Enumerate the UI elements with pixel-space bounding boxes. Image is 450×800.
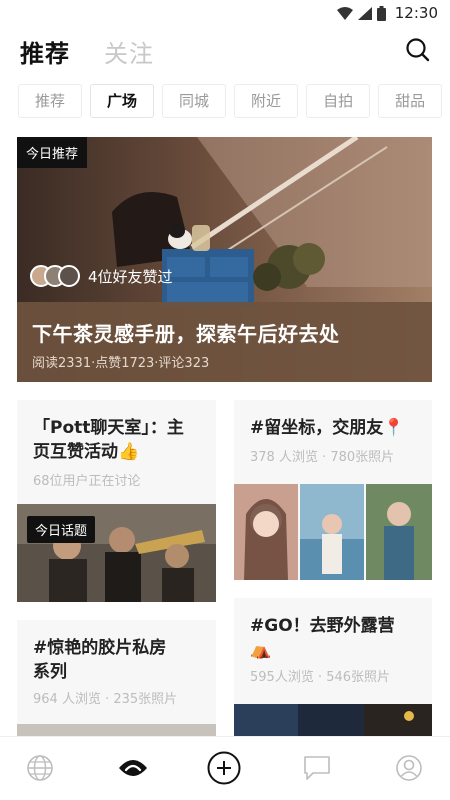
plus-circle-icon bbox=[207, 751, 241, 785]
topic-tag: 今日话题 bbox=[27, 516, 96, 543]
topic-title-line: 页互赞活动👍 bbox=[33, 442, 140, 462]
nav-recommend[interactable] bbox=[116, 751, 150, 785]
bottom-nav bbox=[0, 736, 450, 800]
photo-collage bbox=[234, 484, 432, 580]
featured-card[interactable]: 今日推荐 4位好友赞过 下午茶灵感手册，探索午后好去处 阅读2331·点赞172… bbox=[17, 137, 432, 382]
topic-stats: 964 人浏览 · 235张照片 bbox=[33, 692, 178, 707]
category-chip[interactable]: 同城 bbox=[162, 84, 227, 118]
status-time: 12:30 bbox=[394, 4, 438, 22]
nav-profile[interactable] bbox=[392, 751, 426, 785]
topic-image bbox=[234, 484, 432, 580]
search-icon[interactable] bbox=[404, 36, 432, 64]
avatar bbox=[58, 265, 80, 287]
tab-following[interactable]: 关注 bbox=[104, 34, 154, 69]
profile-icon bbox=[396, 755, 422, 781]
battery-icon bbox=[376, 5, 386, 21]
featured-title: 下午茶灵感手册，探索午后好去处 bbox=[32, 322, 340, 346]
category-chip-active[interactable]: 广场 bbox=[90, 84, 155, 118]
topic-title-line: #GO！去野外露营 bbox=[250, 616, 395, 636]
featured-caption: 下午茶灵感手册，探索午后好去处 阅读2331·点赞1723·评论323 bbox=[17, 302, 432, 382]
category-chip[interactable]: 自拍 bbox=[306, 84, 371, 118]
topic-title-line: #留坐标，交朋友📍 bbox=[250, 418, 405, 438]
nav-create[interactable] bbox=[207, 751, 241, 785]
chat-icon bbox=[304, 756, 330, 780]
category-bar: 推荐 广场 同城 附近 自拍 甜品 bbox=[18, 84, 450, 120]
friends-liked[interactable]: 4位好友赞过 bbox=[30, 265, 173, 287]
eye-icon bbox=[119, 760, 147, 776]
nav-discover[interactable] bbox=[23, 751, 57, 785]
topic-image bbox=[17, 724, 216, 736]
topic-card[interactable]: #GO！去野外露营 ⛺ 595人浏览 · 546张照片 bbox=[234, 598, 432, 736]
category-chip[interactable]: 附近 bbox=[234, 84, 299, 118]
featured-tag: 今日推荐 bbox=[17, 137, 88, 168]
wifi-icon bbox=[336, 6, 353, 20]
topic-card[interactable]: #留坐标，交朋友📍 378 人浏览 · 780张照片 bbox=[234, 400, 432, 580]
featured-stats: 阅读2331·点赞1723·评论323 bbox=[32, 356, 210, 371]
header: 推荐 关注 bbox=[0, 30, 450, 74]
topic-image bbox=[234, 704, 432, 736]
globe-icon bbox=[27, 755, 53, 781]
photo-camping bbox=[234, 704, 432, 736]
friends-liked-text: 4位好友赞过 bbox=[88, 267, 173, 286]
topic-stats: 378 人浏览 · 780张照片 bbox=[250, 450, 395, 465]
nav-messages[interactable] bbox=[300, 751, 334, 785]
topic-stats: 68位用户正在讨论 bbox=[33, 474, 141, 489]
topic-title-line: 系列 bbox=[33, 662, 67, 682]
status-bar: 12:30 bbox=[0, 0, 450, 26]
topic-title-line: #惊艳的胶片私房 bbox=[33, 638, 167, 658]
topic-title-line: ⛺ bbox=[250, 640, 272, 660]
category-chip[interactable]: 推荐 bbox=[18, 84, 83, 118]
topic-card[interactable]: 「Pott聊天室」：主 页互赞活动👍 68位用户正在讨论 今日话题 bbox=[17, 400, 216, 602]
topic-card[interactable]: #惊艳的胶片私房 系列 964 人浏览 · 235张照片 bbox=[17, 620, 216, 736]
topic-stats: 595人浏览 · 546张照片 bbox=[250, 670, 391, 685]
topic-title-line: 「Pott聊天室」：主 bbox=[33, 418, 184, 438]
signal-icon bbox=[357, 6, 372, 20]
status-icons: 12:30 bbox=[336, 4, 438, 22]
category-chip[interactable]: 甜品 bbox=[378, 84, 443, 118]
tab-recommend[interactable]: 推荐 bbox=[20, 34, 70, 69]
